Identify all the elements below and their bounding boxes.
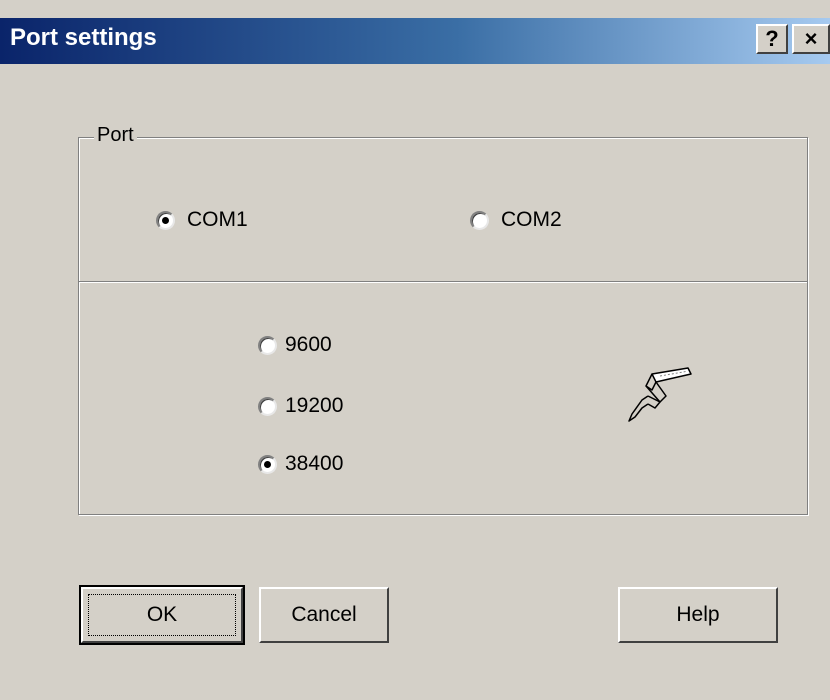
cancel-button-label: Cancel xyxy=(291,603,357,626)
title-bar[interactable]: Port settings ? × xyxy=(0,18,830,64)
radio-button[interactable] xyxy=(258,396,277,416)
com2-label: COM2 xyxy=(501,208,562,231)
window-title: Port settings xyxy=(10,24,157,51)
baud-38400-radio[interactable]: 38400 xyxy=(258,452,343,476)
serial-cable-icon xyxy=(628,367,692,422)
baud-19200-radio[interactable]: 19200 xyxy=(258,394,343,418)
ok-button[interactable]: OK xyxy=(79,585,245,645)
group-divider xyxy=(79,281,807,283)
radio-button[interactable] xyxy=(470,210,489,230)
cancel-button[interactable]: Cancel xyxy=(259,587,389,643)
baud-9600-radio[interactable]: 9600 xyxy=(258,333,332,357)
radio-button[interactable] xyxy=(258,335,277,355)
baud-19200-label: 19200 xyxy=(285,394,344,417)
close-button[interactable]: × xyxy=(792,24,830,54)
port-settings-dialog: Port settings ? × Port COM1 COM2 9600 19… xyxy=(0,0,830,700)
help-button[interactable]: Help xyxy=(618,587,778,643)
com1-label: COM1 xyxy=(187,208,248,231)
close-icon: × xyxy=(804,26,818,51)
radio-button-checked[interactable] xyxy=(258,454,277,474)
radio-button-checked[interactable] xyxy=(156,210,175,230)
question-mark-icon: ? xyxy=(765,26,779,51)
com2-radio[interactable]: COM2 xyxy=(470,208,562,232)
help-titlebar-button[interactable]: ? xyxy=(756,24,788,54)
baud-38400-label: 38400 xyxy=(285,452,344,475)
com1-radio[interactable]: COM1 xyxy=(156,208,248,232)
port-group-box xyxy=(78,137,808,515)
port-group-label: Port xyxy=(94,124,137,147)
baud-9600-label: 9600 xyxy=(285,333,332,356)
focus-rectangle xyxy=(88,594,236,636)
help-button-label: Help xyxy=(676,603,720,626)
